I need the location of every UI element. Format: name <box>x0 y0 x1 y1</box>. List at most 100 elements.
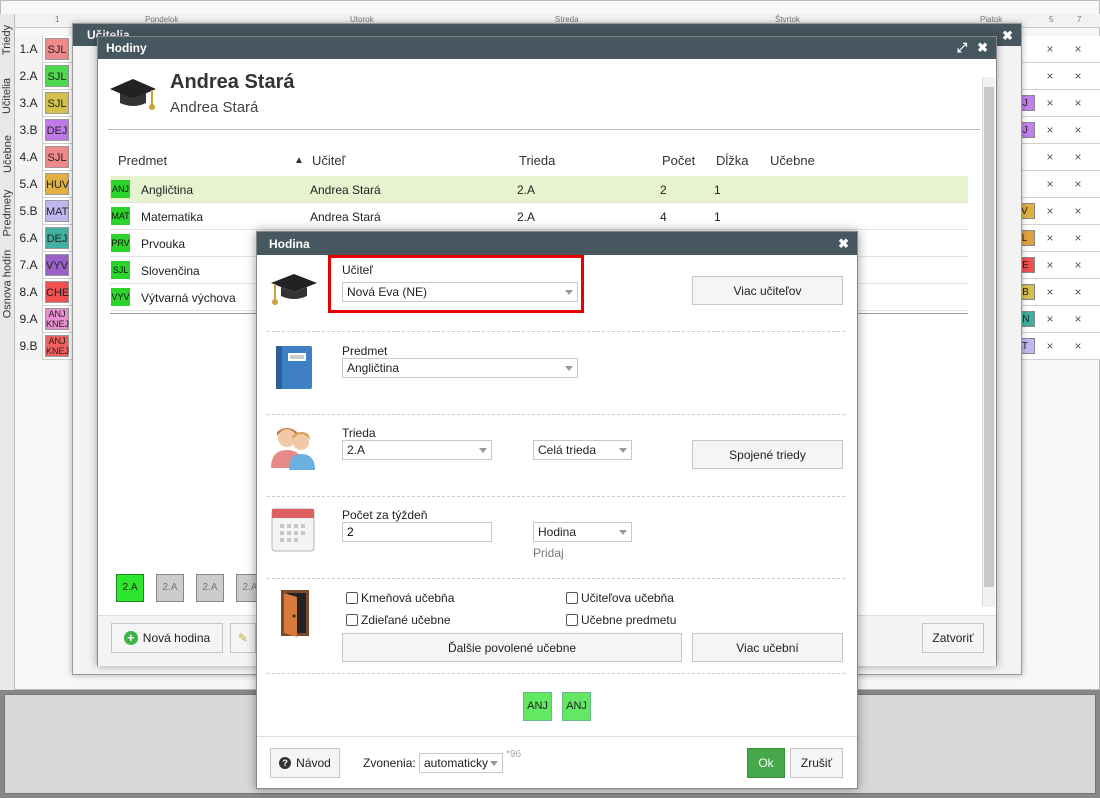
lesson-card[interactable]: DEJ <box>45 119 69 141</box>
group-value: Celá trieda <box>538 443 597 457</box>
close-icon[interactable]: × <box>1068 333 1088 360</box>
book-icon <box>274 345 314 393</box>
more-teachers-button[interactable]: Viac učiteľov <box>692 276 843 305</box>
tab-triedy[interactable]: Triedy <box>0 14 15 66</box>
close-icon[interactable]: × <box>1068 279 1088 306</box>
unit-select[interactable]: Hodina <box>533 522 632 542</box>
lesson-card[interactable]: ANJ KNEJ <box>45 308 69 330</box>
close-icon[interactable]: × <box>1040 90 1060 117</box>
pocet-input[interactable] <box>342 522 492 542</box>
lesson-card[interactable]: HUV <box>45 173 69 195</box>
col-predmet[interactable]: Predmet <box>118 153 167 168</box>
lesson-card[interactable]: SJL <box>45 65 69 87</box>
class-chip[interactable]: 2.A <box>196 574 224 602</box>
lesson-card[interactable]: SJL <box>45 92 69 114</box>
help-button[interactable]: ? Návod <box>270 748 340 778</box>
students-icon <box>269 424 319 473</box>
close-icon[interactable]: × <box>1068 36 1088 63</box>
close-icon[interactable]: ✖ <box>977 40 988 56</box>
class-label: 6.A <box>15 225 43 252</box>
col-ucebne[interactable]: Učebne <box>770 153 815 168</box>
trieda-select[interactable]: 2.A <box>342 440 492 460</box>
close-icon[interactable]: × <box>1068 63 1088 90</box>
close-icon[interactable]: × <box>1040 117 1060 144</box>
chevron-down-icon <box>490 761 498 766</box>
close-icon[interactable]: ✖ <box>1002 28 1013 44</box>
class-label: 8.A <box>15 279 43 306</box>
close-icon[interactable]: × <box>1040 144 1060 171</box>
close-icon[interactable]: × <box>1040 171 1060 198</box>
close-icon[interactable]: × <box>1068 225 1088 252</box>
close-icon[interactable]: × <box>1068 171 1088 198</box>
zvonenia-select[interactable]: automaticky <box>419 753 503 773</box>
close-icon[interactable]: × <box>1040 198 1060 225</box>
col-trieda[interactable]: Trieda <box>519 153 555 168</box>
teacher-classroom-checkbox[interactable]: Učiteľova učebňa <box>566 591 674 605</box>
subject-classrooms-checkbox[interactable]: Učebne predmetu <box>566 613 676 627</box>
lesson-card[interactable]: CHE <box>45 281 69 303</box>
predmet-label: Predmet <box>342 344 388 358</box>
lesson-card[interactable]: SJL <box>45 146 69 168</box>
home-classroom-checkbox[interactable]: Kmeňová učebňa <box>346 591 454 605</box>
joined-classes-button[interactable]: Spojené triedy <box>692 440 843 469</box>
close-icon[interactable]: × <box>1040 225 1060 252</box>
other-allowed-rooms-button[interactable]: Ďalšie povolené učebne <box>342 633 682 662</box>
checkbox-label: Učiteľova učebňa <box>581 591 674 605</box>
scrollbar[interactable] <box>982 77 995 607</box>
col-number: 7 <box>1077 15 1082 24</box>
chevron-down-icon <box>479 448 487 453</box>
close-icon[interactable]: × <box>1040 36 1060 63</box>
zvonenia-label: Zvonenia: <box>363 756 416 770</box>
group-select[interactable]: Celá trieda <box>533 440 632 460</box>
lesson-card[interactable]: DEJ <box>45 227 69 249</box>
close-icon[interactable]: × <box>1068 198 1088 225</box>
class-chip[interactable]: 2.A <box>156 574 184 602</box>
more-rooms-button[interactable]: Viac učební <box>692 633 843 662</box>
lesson-card[interactable]: MAT <box>45 200 69 222</box>
close-icon[interactable]: × <box>1040 279 1060 306</box>
col-pocet[interactable]: Počet <box>662 153 695 168</box>
col-dlzka[interactable]: Dĺžka <box>716 153 749 168</box>
cell-predmet: Prvouka <box>141 237 186 251</box>
close-icon[interactable]: ✖ <box>838 236 849 252</box>
predmet-value: Angličtina <box>347 361 400 375</box>
lesson-card[interactable]: ANJ <box>562 692 591 721</box>
divider <box>267 578 845 579</box>
lesson-card[interactable]: SJL <box>45 38 69 60</box>
close-button[interactable]: Zatvoriť <box>922 623 984 653</box>
table-row[interactable]: ANJ Angličtina Andrea Stará 2.A 2 1 <box>110 176 968 203</box>
edit-button[interactable]: ✎ <box>230 623 256 653</box>
shared-classrooms-checkbox[interactable]: Zdieľané učebne <box>346 613 451 627</box>
close-icon[interactable]: × <box>1068 90 1088 117</box>
tab-ucebne[interactable]: Učebne <box>0 126 15 182</box>
close-icon[interactable]: × <box>1068 117 1088 144</box>
tab-predmety[interactable]: Predmety <box>0 182 15 244</box>
maximize-icon[interactable]: ⤢ <box>957 40 967 56</box>
tab-osnova-hodin[interactable]: Osnova hodín <box>0 244 15 324</box>
lesson-card[interactable]: ANJ KNEJ <box>45 335 69 357</box>
chevron-down-icon <box>619 448 627 453</box>
class-chip[interactable]: 2.A <box>116 574 144 602</box>
col-ucitel[interactable]: Učiteľ <box>312 153 345 168</box>
close-icon[interactable]: × <box>1040 63 1060 90</box>
close-icon[interactable]: × <box>1040 306 1060 333</box>
ok-button[interactable]: Ok <box>747 748 785 778</box>
close-icon[interactable]: × <box>1068 252 1088 279</box>
subject-icon: MAT <box>111 207 130 225</box>
teacher-hat-icon <box>269 270 319 311</box>
new-lesson-button[interactable]: + Nová hodina <box>111 623 223 653</box>
lesson-card[interactable]: VYV <box>45 254 69 276</box>
table-row[interactable]: MAT Matematika Andrea Stará 2.A 4 1 <box>110 203 968 230</box>
close-icon[interactable]: × <box>1068 144 1088 171</box>
close-icon[interactable]: × <box>1040 252 1060 279</box>
cancel-button[interactable]: Zrušiť <box>790 748 843 778</box>
predmet-select[interactable]: Angličtina <box>342 358 578 378</box>
close-icon[interactable]: × <box>1040 333 1060 360</box>
sort-asc-icon[interactable]: ▲ <box>294 155 304 166</box>
pocet-label: Počet za týždeň <box>342 508 428 522</box>
lesson-card[interactable]: ANJ <box>523 692 552 721</box>
close-icon[interactable]: × <box>1068 306 1088 333</box>
tab-ucitelia[interactable]: Učitelia <box>0 66 15 126</box>
trieda-value: 2.A <box>347 443 366 457</box>
add-link[interactable]: Pridaj <box>533 546 564 560</box>
